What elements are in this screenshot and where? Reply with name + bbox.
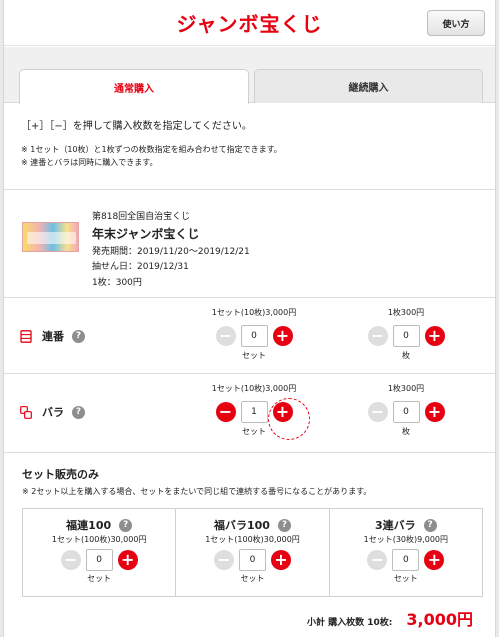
- lottery-round: 第818回全国自治宝くじ: [92, 212, 191, 222]
- renban-icon: [20, 329, 32, 343]
- divider: [4, 373, 495, 374]
- set-only-options: 福連100? 1セット(100枚)30,000円 − 0 + セット 福バラ10…: [22, 508, 483, 597]
- set-item-unit: セット: [393, 574, 418, 583]
- question-icon[interactable]: ?: [423, 518, 437, 532]
- lottery-info: 第818回全国自治宝くじ 年末ジャンボ宝くじ 発売期間：2019/11/20〜2…: [92, 210, 250, 291]
- renban-set-minus-button[interactable]: −: [215, 326, 236, 346]
- fukuren100-plus-button[interactable]: +: [117, 550, 138, 570]
- highlight-circle: [268, 398, 310, 440]
- renban-single-quantity-input[interactable]: 0: [392, 325, 420, 347]
- unit-price: 1枚：300円: [92, 277, 142, 288]
- set-item-unit: セット: [87, 574, 112, 583]
- instructions: ［+］［−］を押して購入枚数を指定してください。 ※ 1セット（10枚）と1枚ず…: [21, 120, 282, 169]
- bara-row-label: バラ ?: [20, 404, 85, 420]
- renban-single-plus-button[interactable]: +: [424, 326, 445, 346]
- fukubara100-minus-button[interactable]: −: [213, 550, 234, 570]
- question-icon[interactable]: ?: [72, 405, 85, 419]
- set-item-name: 3連バラ: [374, 519, 416, 532]
- subtotal-amount: 3,000円: [406, 610, 473, 629]
- app-page: ジャンボ宝くじ 使い方 通常購入 継続購入 ［+］［−］を押して購入枚数を指定し…: [3, 0, 496, 637]
- set-item-price: 1セット(30枚)9,000円: [363, 535, 449, 544]
- bara-set-quantity-input[interactable]: 1: [240, 401, 268, 423]
- divider: [4, 452, 495, 453]
- fukuren100-quantity-input[interactable]: 0: [85, 549, 113, 571]
- 3renbara-quantity-input[interactable]: 0: [392, 549, 420, 571]
- tab-bar: 通常購入 継続購入: [4, 47, 495, 104]
- set-item-unit: セット: [240, 574, 265, 583]
- header: ジャンボ宝くじ 使い方: [4, 0, 495, 46]
- set-only-title: セット販売のみ: [22, 468, 99, 481]
- renban-set-group: 1セット(10枚)3,000円 − 0 + セット: [204, 307, 304, 361]
- divider: [4, 297, 495, 298]
- set-item-price: 1セット(100枚)30,000円: [205, 535, 300, 544]
- question-icon[interactable]: ?: [119, 518, 133, 532]
- renban-set-unit: セット: [242, 351, 266, 360]
- fukubara100-quantity-input[interactable]: 0: [238, 549, 266, 571]
- bara-single-price: 1枚300円: [387, 384, 425, 393]
- lottery-name: 年末ジャンボ宝くじ: [92, 226, 200, 241]
- bara-single-minus-button[interactable]: −: [367, 402, 388, 422]
- tab-continuous-purchase[interactable]: 継続購入: [254, 69, 483, 103]
- renban-set-price: 1セット(10枚)3,000円: [211, 308, 297, 317]
- bara-single-quantity-input[interactable]: 0: [392, 401, 420, 423]
- bara-single-group: 1枚300円 − 0 + 枚: [356, 383, 456, 437]
- set-item-3renbara: 3連バラ? 1セット(30枚)9,000円 − 0 + セット: [328, 509, 482, 596]
- set-item-name: 福連100: [66, 519, 112, 532]
- set-item-price: 1セット(100枚)30,000円: [51, 535, 147, 544]
- help-button[interactable]: 使い方: [427, 10, 485, 36]
- renban-label: 連番: [42, 330, 64, 343]
- bara-single-unit: 枚: [402, 427, 410, 436]
- 3renbara-minus-button[interactable]: −: [367, 550, 388, 570]
- question-icon[interactable]: ?: [72, 329, 85, 343]
- sale-period: 発売期間：2019/11/20〜2019/12/21: [92, 246, 250, 257]
- 3renbara-plus-button[interactable]: +: [424, 550, 445, 570]
- set-item-fukuren100: 福連100? 1セット(100枚)30,000円 − 0 + セット: [23, 509, 175, 596]
- subtotal-label: 小計 購入枚数 10枚:: [306, 618, 393, 628]
- bara-set-price: 1セット(10枚)3,000円: [211, 384, 297, 393]
- fukuren100-minus-button[interactable]: −: [60, 550, 81, 570]
- instruction-note-1: ※ 1セット（10枚）と1枚ずつの枚数指定を組み合わせて指定できます。: [21, 145, 282, 154]
- fukubara100-plus-button[interactable]: +: [270, 550, 291, 570]
- tab-regular-purchase[interactable]: 通常購入: [19, 69, 249, 104]
- renban-set-plus-button[interactable]: +: [272, 326, 293, 346]
- bara-label: バラ: [42, 406, 64, 419]
- draw-date: 抽せん日：2019/12/31: [92, 262, 189, 272]
- lottery-ticket-image: [22, 222, 79, 252]
- instruction-note-2: ※ 連番とバラは同時に購入できます。: [21, 158, 158, 167]
- page-title: ジャンボ宝くじ: [176, 12, 323, 36]
- bara-icon: [20, 405, 32, 419]
- set-item-name: 福バラ100: [214, 519, 270, 532]
- bara-single-plus-button[interactable]: +: [424, 402, 445, 422]
- renban-single-minus-button[interactable]: −: [367, 326, 388, 346]
- bara-set-minus-button[interactable]: −: [215, 402, 236, 422]
- renban-row-label: 連番 ?: [20, 328, 85, 344]
- set-item-fukubara100: 福バラ100? 1セット(100枚)30,000円 − 0 + セット: [175, 509, 328, 596]
- instruction-main: ［+］［−］を押して購入枚数を指定してください。: [21, 121, 252, 132]
- renban-set-quantity-input[interactable]: 0: [240, 325, 268, 347]
- question-icon[interactable]: ?: [277, 518, 291, 532]
- subtotal: 小計 購入枚数 10枚: 3,000円: [307, 606, 473, 630]
- divider: [4, 189, 495, 190]
- renban-single-group: 1枚300円 − 0 + 枚: [356, 307, 456, 361]
- set-only-note: ※ 2セット以上を購入する場合、セットをまたいで同じ組で連続する番号になることが…: [22, 487, 372, 496]
- renban-single-price: 1枚300円: [387, 308, 425, 317]
- renban-single-unit: 枚: [402, 351, 410, 360]
